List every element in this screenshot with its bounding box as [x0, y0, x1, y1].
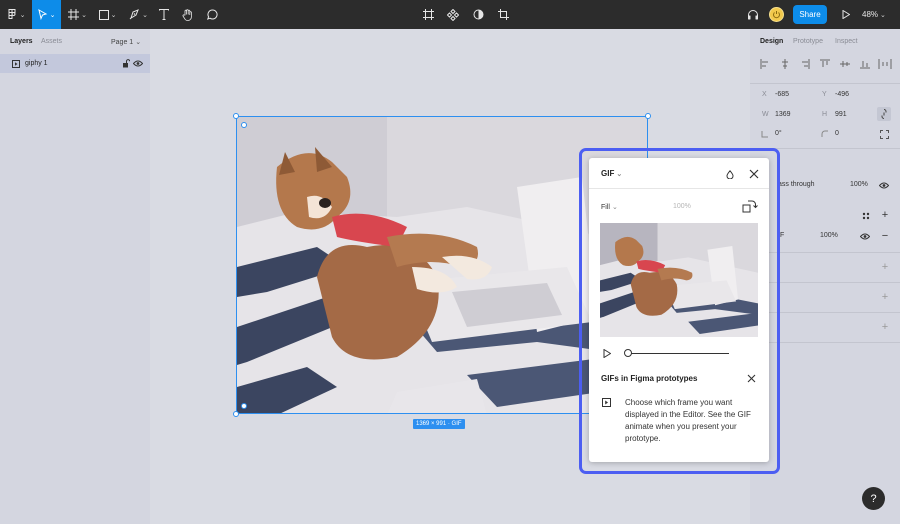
pen-icon	[129, 9, 139, 20]
add-export-icon[interactable]: +	[880, 321, 890, 333]
grid-components-icon[interactable]	[444, 0, 462, 29]
hand-tool-button[interactable]	[179, 0, 196, 29]
play-icon[interactable]	[602, 348, 612, 358]
page-selector[interactable]: Page 1 ⌄	[111, 38, 141, 46]
headphones-icon[interactable]	[744, 0, 762, 29]
fill-visibility-eye-icon[interactable]	[860, 232, 870, 240]
text-tool-button[interactable]	[155, 0, 172, 29]
gif-layer-icon	[11, 59, 20, 68]
text-icon	[158, 9, 169, 20]
distribute-icon[interactable]	[878, 59, 892, 69]
tab-layers[interactable]: Layers	[10, 38, 33, 45]
resize-handle-top-left[interactable]	[233, 113, 239, 119]
add-fill-icon[interactable]: +	[880, 209, 890, 221]
frame-tool-button[interactable]: ⌄	[65, 0, 90, 29]
hand-icon	[182, 8, 192, 21]
comment-tool-button[interactable]	[204, 0, 221, 29]
help-button[interactable]: ?	[862, 487, 885, 510]
h-input[interactable]: 991	[835, 111, 847, 118]
corner-radius-icon	[821, 130, 829, 138]
align-left-icon[interactable]	[760, 59, 770, 69]
rotation-icon	[761, 130, 769, 138]
pen-tool-button[interactable]: ⌄	[126, 0, 151, 29]
rectangle-tool-button[interactable]: ⌄	[95, 0, 120, 29]
x-input[interactable]: -685	[775, 91, 789, 98]
layer-opacity-input[interactable]: 100%	[850, 181, 868, 188]
popup-title[interactable]: GIF ⌄	[601, 169, 622, 178]
layers-panel: Layers Assets Page 1 ⌄ giphy 1	[0, 29, 150, 524]
add-stroke-icon[interactable]: +	[880, 261, 890, 273]
rectangle-icon	[98, 9, 109, 20]
figma-menu-icon[interactable]: ⌄	[4, 0, 28, 29]
resize-handle-bottom-corner[interactable]	[233, 411, 239, 417]
close-icon[interactable]	[748, 168, 760, 180]
layer-item-giphy[interactable]: giphy 1	[0, 54, 150, 73]
frame-icon	[68, 9, 80, 20]
fill-styles-icon[interactable]	[861, 211, 870, 220]
contrast-icon[interactable]	[469, 0, 487, 29]
independent-corners-icon[interactable]	[879, 129, 889, 139]
y-input[interactable]: -496	[835, 91, 849, 98]
y-label: Y	[822, 91, 827, 98]
top-toolbar: ⌄ ⌄ ⌄ ⌄ ⌄ Share 48% ⌄	[0, 0, 900, 29]
tab-design[interactable]: Design	[760, 38, 783, 45]
divider	[589, 188, 769, 189]
move-icon	[37, 9, 47, 20]
tip-title: GIFs in Figma prototypes	[601, 374, 698, 383]
avatar[interactable]	[769, 7, 784, 22]
fill-percent: 100%	[673, 203, 691, 210]
dog-on-bed-thumbnail	[600, 223, 758, 337]
gif-preview-thumbnail	[600, 223, 758, 337]
w-input[interactable]: 1369	[775, 111, 791, 118]
replace-image-icon[interactable]	[742, 199, 758, 213]
zoom-dropdown[interactable]: 48% ⌄	[862, 0, 886, 29]
gif-fill-popup: GIF ⌄ Fill ⌄ 100% GIFs in Figma prototypes…	[589, 158, 769, 462]
drop-icon[interactable]	[725, 170, 734, 179]
dimension-label: 1369 × 991 · GIF	[413, 419, 465, 429]
frame-scrubber-track[interactable]	[628, 353, 729, 354]
w-label: W	[762, 111, 769, 118]
crop-icon[interactable]	[494, 0, 512, 29]
component-icon[interactable]	[419, 0, 437, 29]
frame-scrubber-handle[interactable]	[624, 349, 632, 357]
resize-handle-top-right[interactable]	[645, 113, 651, 119]
tab-inspect[interactable]: Inspect	[835, 38, 858, 45]
remove-fill-icon[interactable]: −	[880, 230, 890, 242]
tab-prototype[interactable]: Prototype	[793, 38, 823, 45]
zoom-value: 48%	[862, 10, 879, 19]
blend-mode-dropdown[interactable]: ass through	[778, 181, 815, 188]
constrain-proportions-icon[interactable]	[877, 107, 891, 121]
divider	[750, 83, 900, 84]
share-button[interactable]: Share	[793, 5, 827, 24]
page-name: Page 1	[111, 39, 134, 46]
present-play-icon[interactable]	[838, 0, 854, 29]
eye-icon[interactable]	[133, 59, 143, 68]
dismiss-tip-icon[interactable]	[746, 373, 756, 383]
resize-handle-bottom-left[interactable]	[241, 403, 247, 409]
x-label: X	[762, 91, 767, 98]
move-tool-button[interactable]: ⌄	[32, 0, 61, 29]
align-vertical-center-icon[interactable]	[840, 59, 850, 69]
gif-info-icon	[601, 397, 611, 407]
rotation-input[interactable]: 0°	[775, 130, 782, 137]
tab-assets[interactable]: Assets	[41, 38, 62, 45]
align-top-icon[interactable]	[820, 59, 830, 69]
unlock-icon[interactable]	[121, 59, 130, 68]
layer-visibility-eye-icon[interactable]	[879, 181, 889, 189]
comment-icon	[207, 9, 218, 20]
layer-name: giphy 1	[25, 60, 48, 67]
align-bottom-icon[interactable]	[860, 59, 870, 69]
fill-opacity-input[interactable]: 100%	[820, 232, 838, 239]
radius-input[interactable]: 0	[835, 130, 839, 137]
align-right-icon[interactable]	[800, 59, 810, 69]
align-horizontal-center-icon[interactable]	[780, 59, 790, 69]
h-label: H	[822, 111, 828, 118]
fill-mode-value: Fill	[601, 204, 610, 211]
add-effect-icon[interactable]: +	[880, 291, 890, 303]
tip-body: Choose which frame you want displayed in…	[625, 398, 751, 443]
popup-title-text: GIF	[601, 169, 615, 178]
fill-mode-dropdown[interactable]: Fill ⌄	[601, 203, 618, 211]
resize-handle-inner-top-left[interactable]	[241, 122, 247, 128]
